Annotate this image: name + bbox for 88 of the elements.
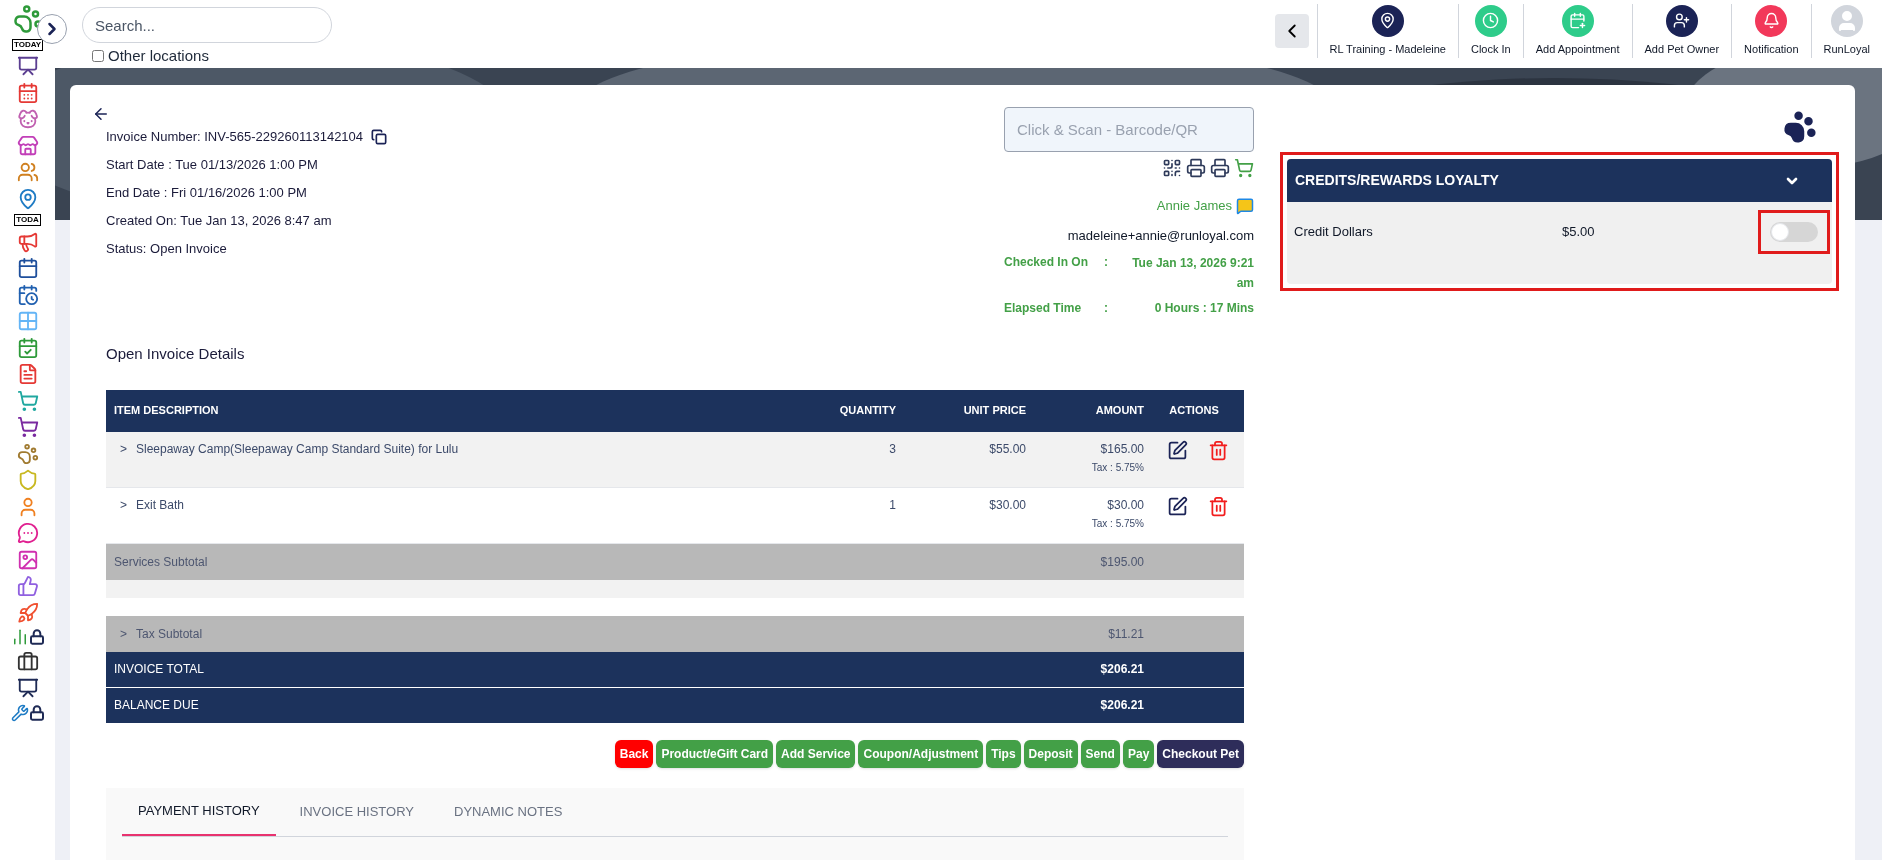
toolbar-action[interactable]: Clock In (1457, 4, 1523, 58)
totals-amount: $195.00 (1099, 553, 1144, 571)
tab[interactable]: PAYMENT HISTORY (122, 787, 276, 836)
today-icon[interactable]: TODA (14, 214, 41, 226)
toolbar-action[interactable]: RL Training - Madeleine (1316, 4, 1458, 58)
invoice-detail: Status: Open Invoice (106, 240, 227, 259)
store-icon[interactable] (16, 134, 39, 157)
delete-icon[interactable] (1208, 495, 1229, 517)
checked-in-label: Checked In On (1004, 254, 1090, 271)
avatar-icon (1830, 4, 1863, 37)
column-header: ACTIONS (1168, 403, 1220, 419)
image-icon[interactable] (16, 548, 39, 571)
delete-icon[interactable] (1208, 439, 1229, 461)
action-button[interactable]: Checkout Pet (1157, 739, 1244, 768)
column-header: AMOUNT (1094, 403, 1144, 419)
invoice-detail: End Date : Fri 01/16/2026 1:00 PM (106, 184, 307, 203)
clock-icon (1474, 4, 1507, 37)
rocket-icon[interactable] (16, 601, 39, 624)
people-list-icon[interactable] (16, 161, 39, 183)
separator: : (1104, 300, 1109, 317)
chat-icon[interactable] (16, 522, 39, 544)
expand-caret[interactable]: > (106, 495, 136, 543)
copy-icon[interactable] (371, 129, 388, 145)
item-description[interactable]: Exit Bath (136, 495, 776, 543)
totals-label[interactable]: Tax Subtotal (136, 624, 1026, 643)
elapsed-time-value: 0 Hours : 17 Mins (1153, 300, 1254, 317)
print-icon[interactable] (1186, 158, 1206, 178)
bell-icon (1755, 4, 1788, 37)
calendar-icon[interactable] (16, 257, 39, 279)
panel-title: CREDITS/REWARDS LOYALTY (1295, 171, 1499, 190)
checked-in-value: Tue Jan 13, 2026 9:21 am (1131, 255, 1254, 292)
paw-icon[interactable] (16, 442, 39, 465)
scan-field[interactable]: Click & Scan - Barcode/QR (1004, 107, 1254, 152)
toolbar-action[interactable]: Notification (1731, 4, 1811, 58)
table-cell-text: $30.00 (988, 496, 1026, 514)
customer-email: madeleine+annie@runloyal.com (1067, 226, 1254, 245)
tab[interactable]: INVOICE HISTORY (283, 787, 430, 836)
expand-sidebar-button[interactable] (37, 14, 67, 44)
owner-icon (1665, 4, 1698, 37)
toolbar-action[interactable]: Add Appointment (1522, 4, 1632, 58)
location-icon (1371, 4, 1404, 37)
expand-caret[interactable]: > (106, 624, 136, 643)
edit-icon[interactable] (1167, 439, 1188, 461)
totals-amount: $206.21 (1099, 661, 1144, 678)
invoice-detail: Start Date : Tue 01/13/2026 1:00 PM (106, 156, 318, 175)
today-icon[interactable]: TODAY (11, 38, 44, 51)
table-cell-text: 3 (888, 440, 896, 458)
appointment-icon (1561, 4, 1594, 37)
totals-label: Services Subtotal (113, 553, 209, 571)
credit-amount: $5.00 (1562, 222, 1596, 241)
separator: : (1104, 254, 1109, 271)
receipt-printer-icon[interactable] (1210, 158, 1230, 178)
checkbox[interactable] (92, 50, 104, 63)
collapse-button[interactable] (1274, 14, 1309, 48)
toggle-switch[interactable] (1770, 221, 1818, 242)
invoice-detail: Created On: Tue Jan 13, 2026 8:47 am (106, 212, 332, 231)
edit-icon[interactable] (1167, 495, 1188, 517)
totals-label: BALANCE DUE (113, 697, 200, 714)
calendar-check-icon[interactable] (16, 336, 39, 359)
chat-icon[interactable] (1236, 196, 1254, 215)
credit-label: Credit Dollars (1294, 222, 1374, 241)
tab[interactable]: DYNAMIC NOTES (438, 787, 579, 836)
action-button[interactable]: Back (614, 739, 654, 768)
table-cell-text: $30.00 (1107, 496, 1144, 514)
locked-feature-icon[interactable] (10, 703, 45, 722)
toolbar-action[interactable]: Add Pet Owner (1631, 4, 1732, 58)
totals-label: INVOICE TOTAL (113, 661, 206, 678)
expand-caret[interactable]: > (106, 439, 136, 487)
qr-code-icon[interactable] (1162, 158, 1182, 178)
table-cell-text: $55.00 (988, 440, 1026, 458)
column-header: ITEM DESCRIPTION (113, 403, 220, 419)
calendar-icon[interactable] (16, 81, 39, 104)
column-header: QUANTITY (838, 403, 896, 419)
elapsed-time-label: Elapsed Time (1004, 300, 1083, 317)
table-cell-text: 1 (888, 496, 896, 514)
totals-amount: $11.21 (1107, 625, 1144, 643)
table-cell-text: $165.00 (1100, 440, 1144, 458)
checkbox-label[interactable]: Other locations (108, 45, 209, 68)
search-field[interactable]: Search... (82, 7, 332, 43)
column-header: UNIT PRICE (962, 403, 1026, 419)
totals-amount: $206.21 (1099, 697, 1144, 714)
item-description[interactable]: Sleepaway Camp(Sleepaway Camp Standard Suite) for Lulu (136, 439, 776, 487)
thumbs-up-icon[interactable] (16, 575, 39, 597)
tax-note: Tax : 5.75% (1091, 460, 1144, 475)
section-title: Open Invoice Details (106, 344, 246, 364)
tax-note: Tax : 5.75% (1091, 516, 1144, 531)
toolbar-action[interactable]: RunLoyal (1810, 4, 1882, 58)
invoice-detail: Invoice Number: INV-565-229260113142104 (106, 128, 364, 147)
